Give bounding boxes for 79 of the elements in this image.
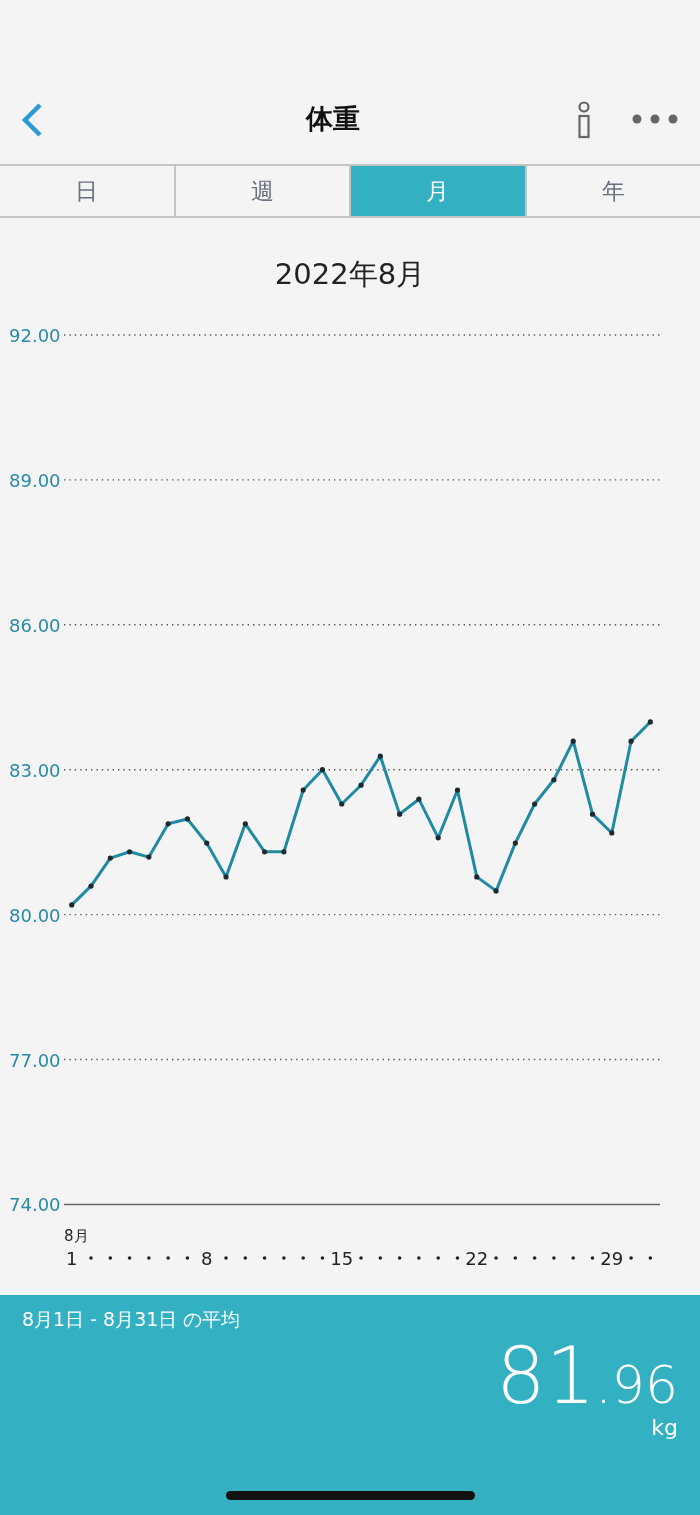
- period-title: 2022年8月: [273, 256, 427, 293]
- day-dot: [282, 1256, 286, 1260]
- data-point: [454, 787, 461, 793]
- y-tick-label: 83.00: [9, 759, 61, 781]
- day-dot: [648, 1256, 653, 1260]
- unit-label: kg: [651, 1415, 678, 1440]
- day-dot: [224, 1256, 228, 1260]
- data-point: [281, 849, 287, 855]
- data-point: [532, 801, 538, 807]
- y-tick-label: 80.00: [9, 904, 61, 926]
- data-point: [493, 888, 499, 894]
- data-point: [358, 782, 364, 788]
- data-point: [570, 738, 576, 744]
- average-range-label: 8月1日 - 8月31日 の平均: [22, 1307, 242, 1332]
- data-point: [609, 830, 615, 836]
- data-point: [262, 849, 268, 855]
- day-dot: [397, 1256, 402, 1260]
- data-point: [204, 840, 210, 846]
- day-dot: [417, 1256, 421, 1260]
- data-point: [300, 787, 306, 793]
- data-point: [377, 753, 383, 759]
- day-dot: [629, 1256, 633, 1260]
- day-dot: [108, 1256, 113, 1260]
- y-tick-label: 77.00: [9, 1049, 61, 1071]
- data-point: [589, 811, 596, 817]
- day-dot: [532, 1256, 537, 1260]
- day-dot: [359, 1256, 363, 1260]
- day-dot: [590, 1256, 595, 1260]
- day-dot: [127, 1256, 132, 1260]
- data-point: [242, 821, 248, 827]
- x-tick-label: 1: [66, 1248, 78, 1269]
- day-dot: [262, 1256, 267, 1260]
- day-dot: [436, 1256, 440, 1260]
- day-dot: [301, 1256, 305, 1260]
- data-point: [107, 855, 113, 861]
- day-dot: [552, 1256, 556, 1260]
- data-point: [127, 849, 133, 855]
- x-tick-label: 29: [600, 1248, 624, 1269]
- period-tab[interactable]: 月: [349, 166, 525, 216]
- more-icon[interactable]: [632, 114, 678, 124]
- day-dot: [513, 1256, 518, 1260]
- data-point: [435, 835, 441, 841]
- data-point: [165, 821, 171, 827]
- x-tick-label: 22: [465, 1248, 489, 1269]
- y-tick-label: 86.00: [9, 614, 61, 636]
- x-axis-title: 8月: [64, 1227, 89, 1245]
- data-point: [416, 796, 422, 802]
- y-tick-label: 89.00: [9, 469, 61, 491]
- average-value: 81.96: [496, 1337, 678, 1415]
- data-point: [223, 874, 229, 880]
- data-point: [319, 767, 326, 773]
- day-dot: [243, 1256, 248, 1260]
- data-point: [397, 811, 403, 817]
- y-tick-label: 92.00: [9, 325, 61, 346]
- data-point: [474, 874, 480, 880]
- data-point: [339, 801, 345, 807]
- day-dot: [455, 1256, 460, 1260]
- data-point: [551, 777, 557, 783]
- data-point: [512, 840, 518, 846]
- data-point: [184, 816, 191, 822]
- day-dot: [571, 1256, 575, 1260]
- page-title: 体重: [304, 102, 361, 136]
- data-point: [69, 902, 75, 908]
- data-point: [647, 719, 653, 725]
- info-icon[interactable]: [576, 101, 592, 139]
- data-point: [88, 883, 94, 889]
- day-dot: [166, 1256, 170, 1260]
- y-tick-label: 74.00: [9, 1194, 61, 1216]
- back-icon[interactable]: [20, 101, 44, 138]
- day-dot: [320, 1256, 325, 1260]
- x-tick-label: 15: [330, 1248, 354, 1269]
- day-dot: [494, 1256, 498, 1260]
- data-point: [628, 738, 634, 744]
- data-point: [146, 854, 152, 860]
- x-tick-label: 8: [201, 1248, 213, 1269]
- day-dot: [147, 1256, 151, 1260]
- day-dot: [185, 1256, 190, 1260]
- day-dot: [378, 1256, 383, 1260]
- day-dot: [89, 1256, 93, 1260]
